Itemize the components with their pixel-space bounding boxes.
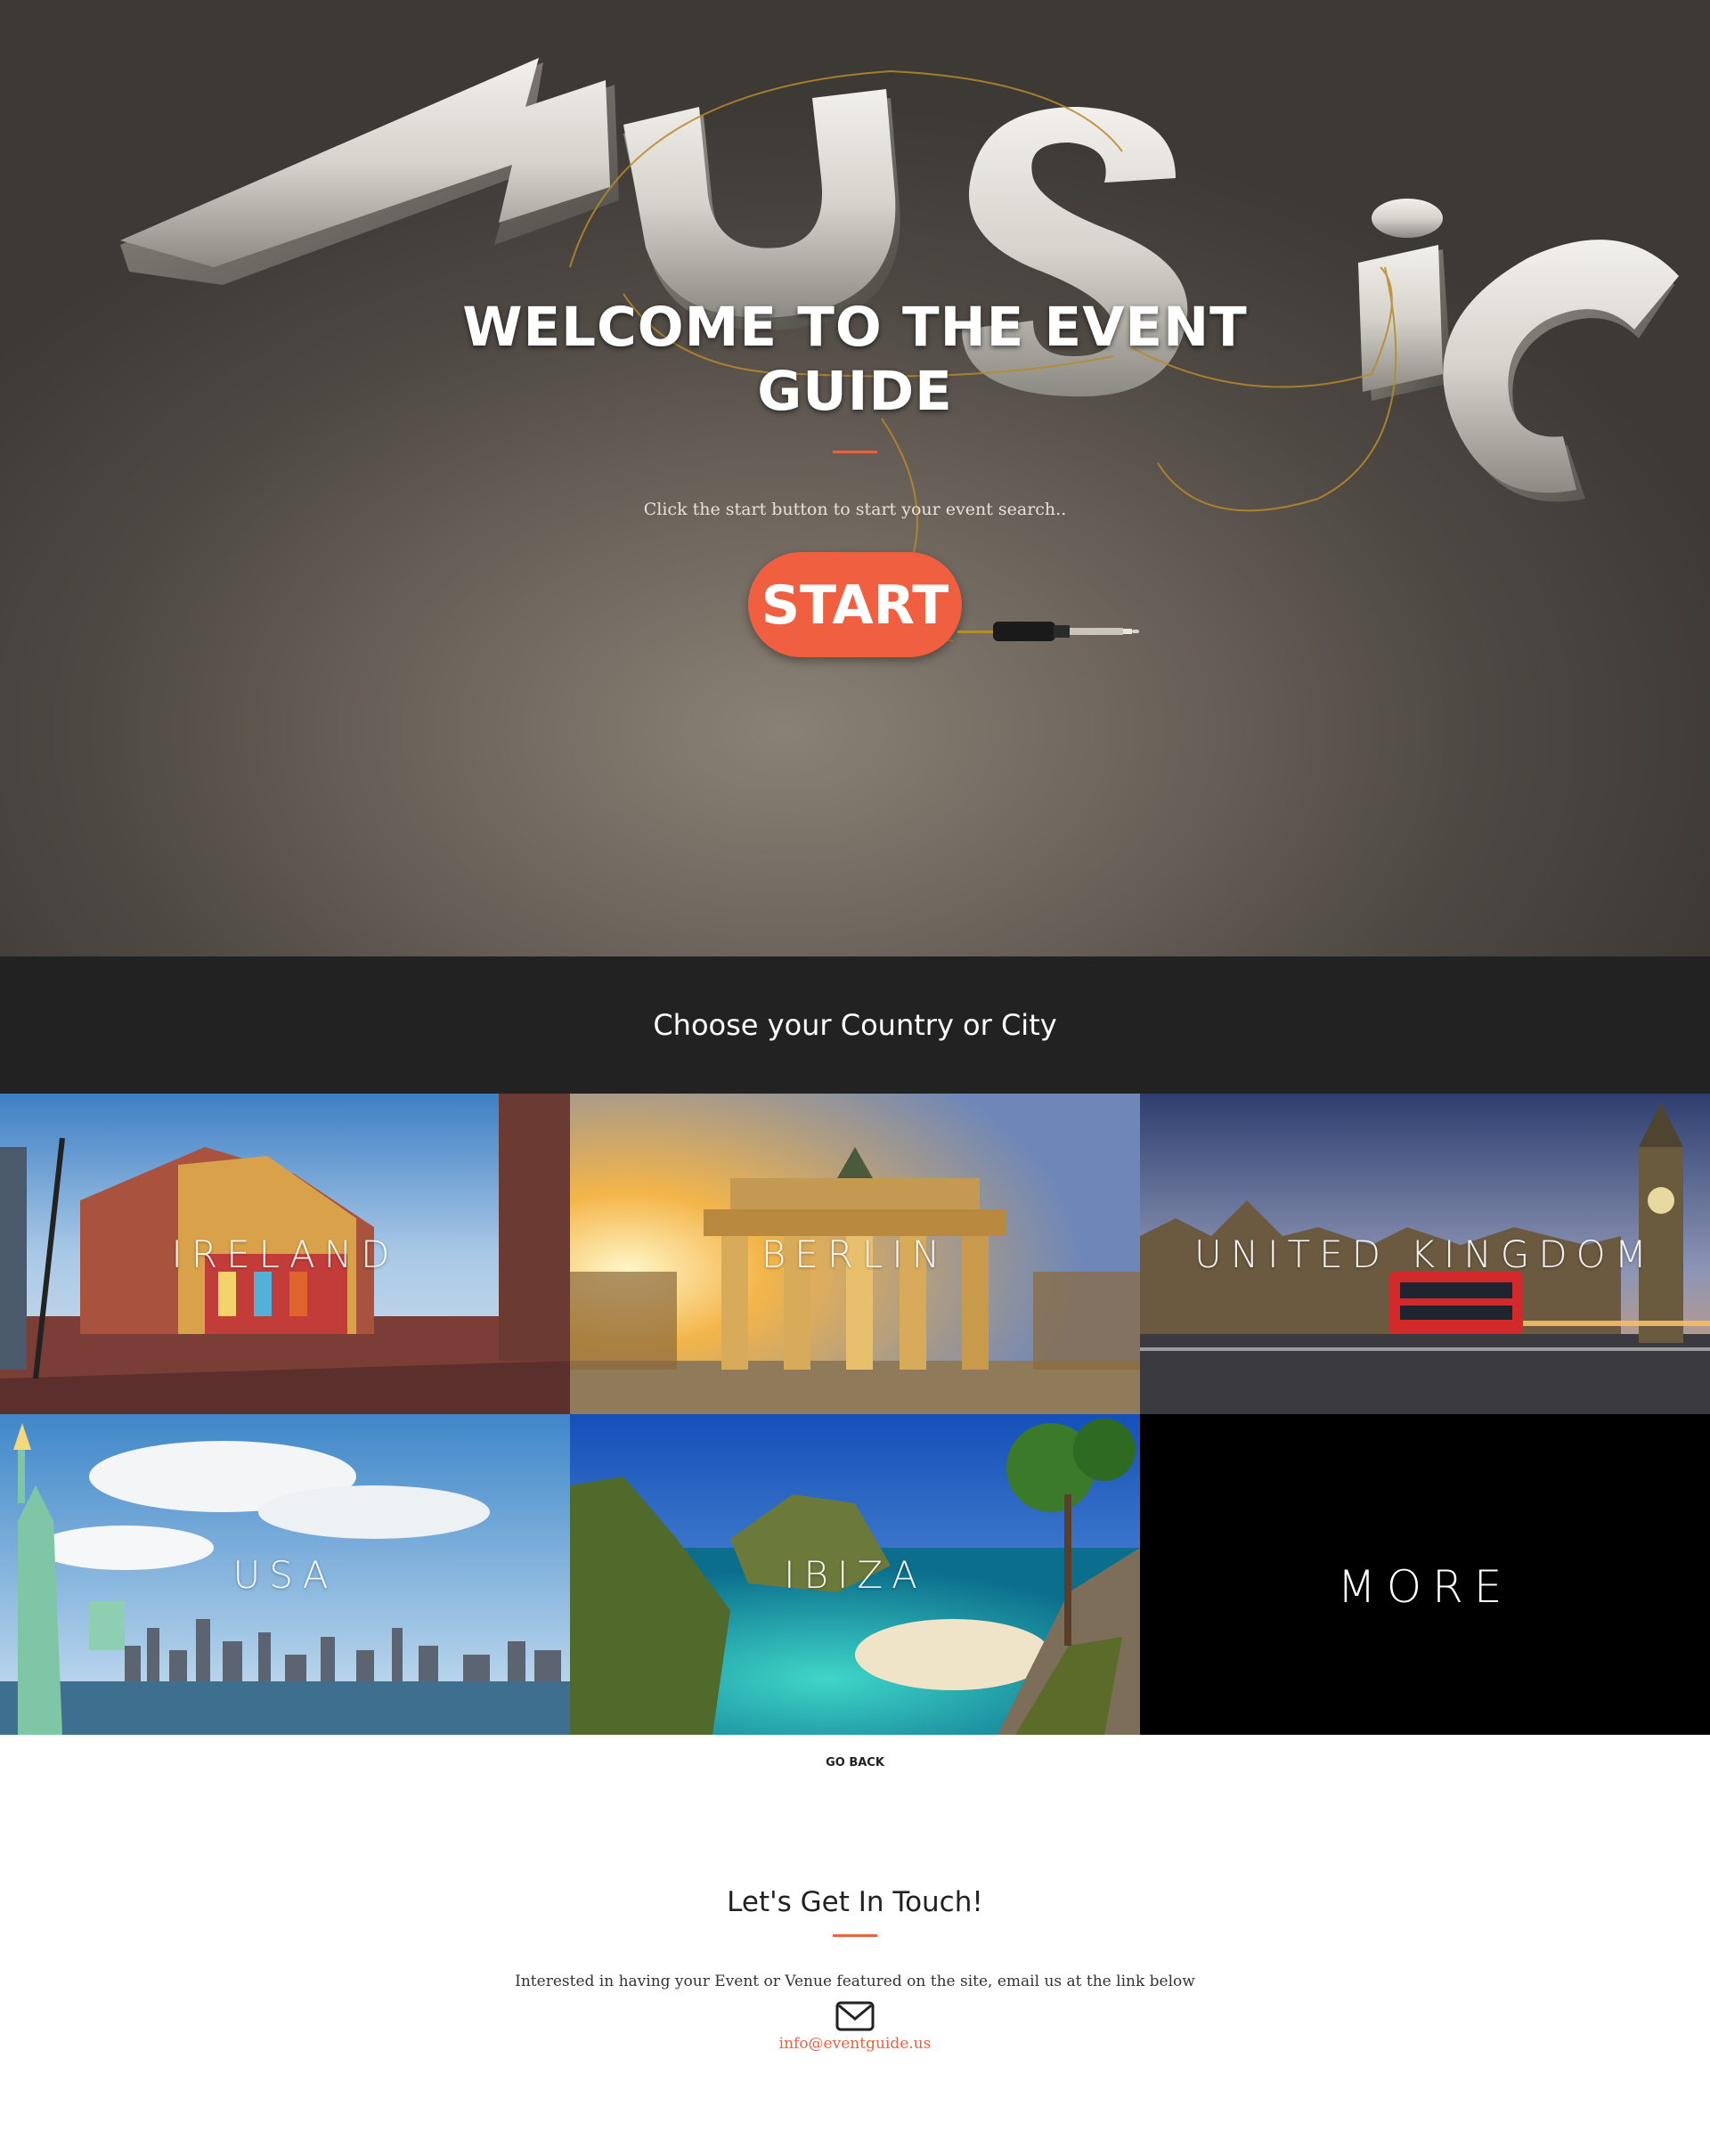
hero-title: WELCOME TO THE EVENT GUIDE: [462, 296, 1248, 423]
contact-text: Interested in having your Event or Venue…: [515, 1973, 1195, 1990]
hero-subtitle: Click the start button to start your eve…: [643, 500, 1067, 519]
start-button[interactable]: START: [748, 552, 962, 657]
hero-divider: [833, 451, 877, 453]
envelope-icon: [835, 2001, 875, 2031]
tile-label-ibiza: IBIZA: [784, 1552, 926, 1597]
contact-divider: [833, 1934, 877, 1937]
tile-label-usa: USA: [232, 1552, 338, 1597]
country-heading-bar: Choose your Country or City: [0, 956, 1710, 1094]
destination-grid: IRELAND BERLIN UNITED KINGDOM USA IBIZA …: [0, 1094, 1710, 1735]
country-heading: Choose your Country or City: [653, 1008, 1057, 1042]
tile-ireland[interactable]: IRELAND: [0, 1094, 570, 1414]
letter-c-shape: [1443, 240, 1679, 502]
tile-united-kingdom[interactable]: UNITED KINGDOM: [1140, 1094, 1710, 1414]
music-letters-background: [120, 58, 1679, 642]
tile-ibiza[interactable]: IBIZA: [570, 1414, 1140, 1735]
contact-title: Let's Get In Touch!: [727, 1886, 983, 1918]
tile-label-ireland: IRELAND: [171, 1232, 399, 1276]
audio-jack-icon: [957, 622, 1139, 641]
tile-label-more: MORE: [1337, 1561, 1513, 1613]
email-link[interactable]: info@eventguide.us: [677, 2035, 1033, 2053]
letter-m-shape: [120, 58, 619, 285]
tile-usa[interactable]: USA: [0, 1414, 570, 1735]
go-back-link[interactable]: GO BACK: [766, 1756, 944, 1770]
hero-section: WELCOME TO THE EVENT GUIDE Click the sta…: [0, 0, 1710, 956]
letter-u-shape: [623, 89, 900, 330]
tile-label-berlin: BERLIN: [761, 1232, 949, 1276]
tile-label-united-kingdom: UNITED KINGDOM: [1194, 1232, 1656, 1276]
tile-more[interactable]: MORE: [1140, 1414, 1710, 1735]
tile-berlin[interactable]: BERLIN: [570, 1094, 1140, 1414]
